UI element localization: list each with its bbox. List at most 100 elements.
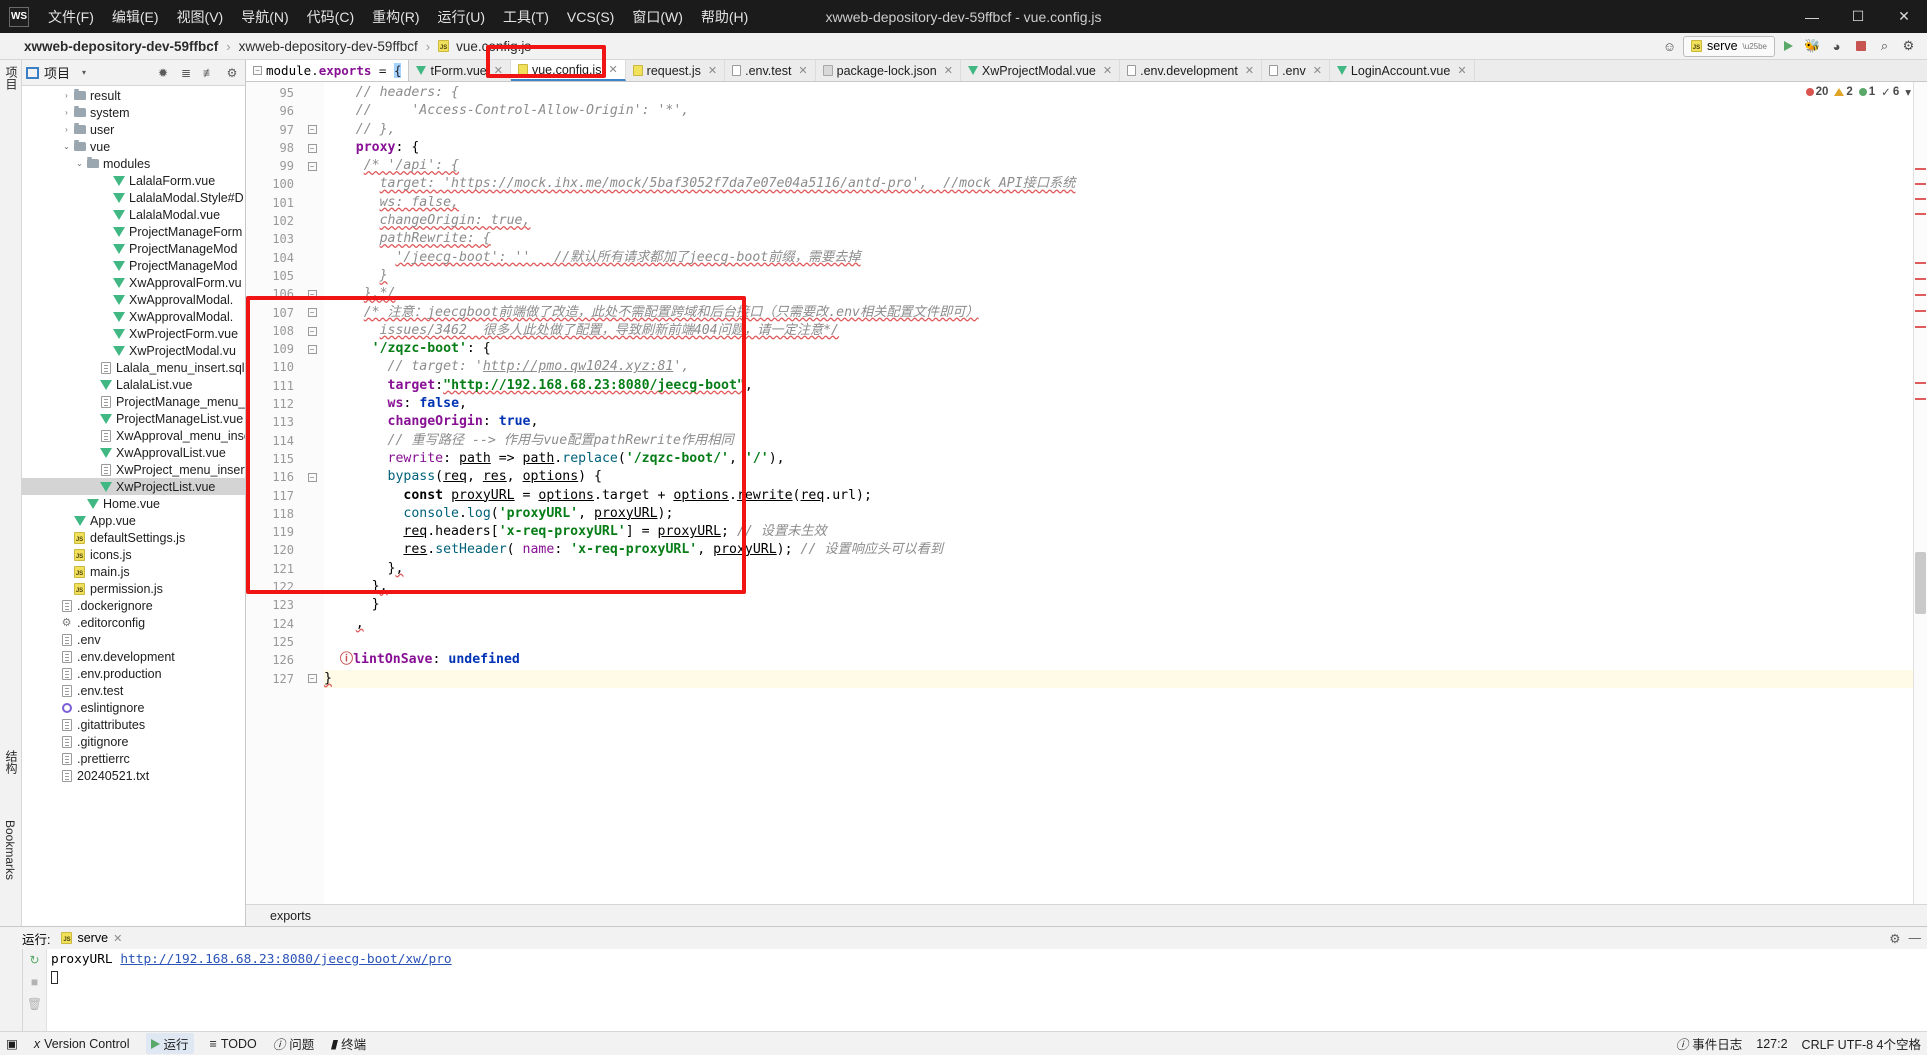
- chevron-right-icon[interactable]: ›: [61, 108, 72, 117]
- code-line[interactable]: },: [324, 560, 1927, 578]
- menu-file[interactable]: 文件(F): [39, 4, 103, 30]
- menu-code[interactable]: 代码(C): [298, 4, 363, 30]
- editor-tab--env-development[interactable]: .env.development ✕: [1120, 60, 1263, 81]
- code-line[interactable]: [324, 633, 1927, 651]
- fold-collapse-icon[interactable]: −: [307, 125, 317, 135]
- status-item-problems[interactable]: ⓘ 问题: [273, 1034, 315, 1053]
- user-avatar-icon[interactable]: ☺: [1659, 36, 1680, 57]
- tree-item[interactable]: .env.development: [22, 648, 245, 665]
- fold-cell[interactable]: −: [300, 157, 324, 175]
- close-icon[interactable]: ✕: [1313, 64, 1322, 77]
- tree-settings-gear-icon[interactable]: ⚙: [223, 64, 241, 82]
- status-caret-position[interactable]: 127:2: [1756, 1037, 1787, 1051]
- chevron-right-icon[interactable]: ›: [61, 91, 72, 100]
- rail-structure-label[interactable]: 结构: [3, 750, 20, 774]
- breadcrumb-file[interactable]: vue.config.js: [454, 39, 533, 54]
- code-editor[interactable]: 95 96 97 98 99 100 101 102 103 104 105 106 107 108 109…: [246, 82, 1927, 904]
- code-line[interactable]: ,: [324, 615, 1927, 633]
- code-line[interactable]: // 'Access-Control-Allow-Origin': '*',: [324, 102, 1927, 120]
- tree-item[interactable]: › system: [22, 104, 245, 121]
- run-tab-serve[interactable]: JS serve ✕: [57, 931, 126, 945]
- tree-item[interactable]: ProjectManageMod: [22, 240, 245, 257]
- code-line[interactable]: // headers: {: [324, 84, 1927, 102]
- fold-expand-icon[interactable]: −: [307, 308, 317, 318]
- tree-item[interactable]: .gitattributes: [22, 716, 245, 733]
- tree-item[interactable]: XwApprovalModal.: [22, 291, 245, 308]
- close-icon[interactable]: ✕: [1103, 64, 1112, 77]
- inspection-summary[interactable]: 20 2 1 ✓ 6 ▾: [1805, 85, 1911, 99]
- tree-item[interactable]: LalalaModal.Style#D: [22, 189, 245, 206]
- coverage-button[interactable]: ◕: [1826, 36, 1847, 57]
- fold-expand-icon[interactable]: −: [307, 344, 317, 354]
- editor-tab--env[interactable]: .env ✕: [1262, 60, 1330, 81]
- code-line[interactable]: changeOrigin: true,: [324, 212, 1927, 230]
- tree-item[interactable]: LalalaList.vue: [22, 376, 245, 393]
- tree-item[interactable]: .prettierrc: [22, 750, 245, 767]
- code-line[interactable]: ws: false,: [324, 194, 1927, 212]
- chevron-down-icon[interactable]: ▾: [75, 64, 93, 82]
- code-line[interactable]: // 重写路径 --> 作用与vue配置pathRewrite作用相同: [324, 432, 1927, 450]
- close-icon[interactable]: ✕: [608, 63, 617, 76]
- tree-item[interactable]: Lalala_menu_insert.sql: [22, 359, 245, 376]
- tree-item[interactable]: ⌄ vue: [22, 138, 245, 155]
- collapse-all-icon[interactable]: ≢: [200, 64, 218, 82]
- close-icon[interactable]: ✕: [708, 64, 717, 77]
- menu-vcs[interactable]: VCS(S): [558, 6, 623, 28]
- code-line[interactable]: console.log('proxyURL', proxyURL);: [324, 505, 1927, 523]
- hide-window-icon[interactable]: —: [1909, 931, 1922, 946]
- tree-item[interactable]: .env.test: [22, 682, 245, 699]
- tree-item[interactable]: XwProjectForm.vue: [22, 325, 245, 342]
- code-line[interactable]: ⓘlintOnSave: undefined: [324, 651, 1927, 669]
- code-line[interactable]: /* '/api': {: [324, 157, 1927, 175]
- code-line[interactable]: target: 'https://mock.ihx.me/mock/5baf30…: [324, 175, 1927, 193]
- close-icon[interactable]: ✕: [798, 64, 807, 77]
- tree-item[interactable]: XwProjectList.vue: [22, 478, 245, 495]
- code-line[interactable]: pathRewrite: {: [324, 230, 1927, 248]
- editor-tab-package-lock-json[interactable]: package-lock.json ✕: [816, 60, 961, 81]
- tree-item[interactable]: App.vue: [22, 512, 245, 529]
- run-console-output[interactable]: ↻ ■ 🗑 proxyURL http://192.168.68.23:8080…: [22, 949, 1927, 1031]
- chevron-down-icon[interactable]: ⌄: [61, 142, 72, 151]
- rail-bookmarks-label[interactable]: Bookmarks: [3, 820, 17, 880]
- editor-tab-tform-vue[interactable]: tForm.vue ✕: [409, 60, 511, 81]
- tree-item[interactable]: ProjectManage_menu_i: [22, 393, 245, 410]
- code-line[interactable]: },*/: [324, 285, 1927, 303]
- fold-collapse-icon[interactable]: −: [307, 289, 317, 299]
- console-url-link[interactable]: http://192.168.68.23:8080/jeecg-boot/xw/…: [120, 952, 451, 967]
- code-line[interactable]: bypass(req, res, options) {: [324, 468, 1927, 486]
- stop-button[interactable]: [1850, 36, 1871, 57]
- search-icon[interactable]: ⌕: [1874, 36, 1895, 57]
- tree-item[interactable]: .env.production: [22, 665, 245, 682]
- minimize-button[interactable]: —: [1789, 0, 1835, 33]
- editor-tab-xwprojectmodal-vue[interactable]: XwProjectModal.vue ✕: [961, 60, 1121, 81]
- menu-edit[interactable]: 编辑(E): [103, 4, 168, 30]
- code-content[interactable]: // headers: { // 'Access-Control-Allow-O…: [324, 82, 1927, 904]
- tree-item[interactable]: 20240521.txt: [22, 767, 245, 784]
- tree-item[interactable]: ProjectManageForm: [22, 223, 245, 240]
- fold-collapse-icon[interactable]: −: [307, 326, 317, 336]
- tree-item[interactable]: ⚙ .editorconfig: [22, 614, 245, 631]
- editor-tab-loginaccount-vue[interactable]: LoginAccount.vue ✕: [1330, 60, 1475, 81]
- tree-item[interactable]: JS icons.js: [22, 546, 245, 563]
- fold-cell[interactable]: −: [300, 670, 324, 688]
- tree-item[interactable]: XwApprovalList.vue: [22, 444, 245, 461]
- tree-item[interactable]: JS main.js: [22, 563, 245, 580]
- menu-tools[interactable]: 工具(T): [494, 4, 558, 30]
- code-line[interactable]: /* 注意：jeecgboot前端做了改造，此处不需配置跨域和后台接口（只需要改…: [324, 304, 1927, 322]
- tree-item[interactable]: XwApprovalForm.vu: [22, 274, 245, 291]
- code-line[interactable]: changeOrigin: true,: [324, 413, 1927, 431]
- rail-project-label[interactable]: 项目: [3, 66, 20, 90]
- tree-item[interactable]: XwProject_menu_insert.: [22, 461, 245, 478]
- tree-item[interactable]: .gitignore: [22, 733, 245, 750]
- code-line[interactable]: issues/3462 很多人此处做了配置，导致刷新前端404问题，请一定注意*…: [324, 322, 1927, 340]
- run-configuration-selector[interactable]: JS serve \u25be: [1682, 35, 1775, 57]
- fold-expand-icon[interactable]: −: [307, 472, 317, 482]
- code-line[interactable]: }: [324, 267, 1927, 285]
- settings-gear-icon[interactable]: ⚙: [1898, 36, 1919, 57]
- tree-item[interactable]: JS defaultSettings.js: [22, 529, 245, 546]
- code-line[interactable]: // },: [324, 121, 1927, 139]
- tree-item[interactable]: ProjectManageMod: [22, 257, 245, 274]
- chevron-right-icon[interactable]: ›: [61, 125, 72, 134]
- code-line[interactable]: target:"http://192.168.68.23:8080/jeecg-…: [324, 377, 1927, 395]
- fold-collapse-icon[interactable]: −: [307, 674, 317, 684]
